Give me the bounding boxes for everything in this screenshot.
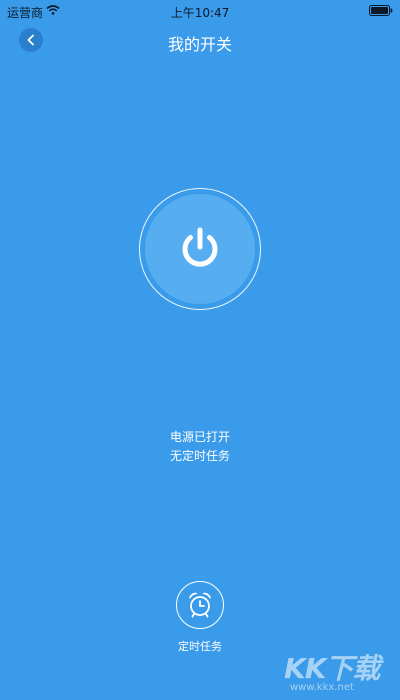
power-icon — [182, 227, 218, 267]
watermark-logo: KK下载 — [284, 652, 380, 685]
device-status: 电源已打开 无定时任务 — [0, 428, 400, 466]
alarm-clock-icon — [189, 592, 211, 618]
watermark-url: www.kkx.net — [290, 682, 354, 693]
switch-screen: 运营商 上午10:47 我的开关 电源已打开 无定时任务 定时任务 KK下载 w… — [0, 0, 400, 700]
power-toggle-button[interactable] — [145, 194, 255, 304]
timer-status-text: 无定时任务 — [169, 449, 230, 463]
power-status-text: 电源已打开 — [169, 430, 230, 444]
status-time: 上午10:47 — [170, 6, 230, 20]
watermark: KK下载 www.kkx.net — [284, 647, 396, 697]
battery-icon — [369, 5, 393, 16]
timer-task-button[interactable] — [176, 581, 224, 629]
page-title: 我的开关 — [167, 35, 232, 54]
status-bar: 运营商 上午10:47 — [0, 0, 400, 22]
